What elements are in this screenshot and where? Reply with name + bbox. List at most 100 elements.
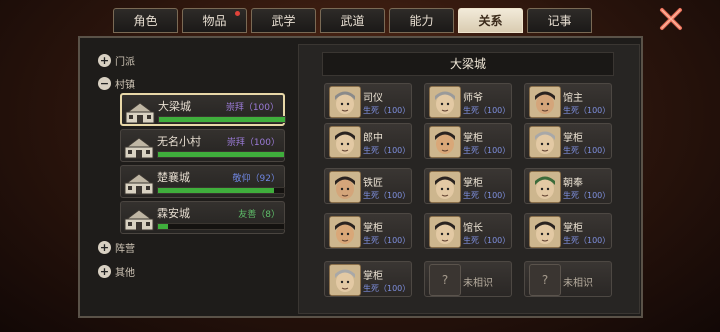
- tree-node-village[interactable]: − 村镇: [98, 76, 135, 91]
- character-name: 掌柜: [363, 271, 383, 282]
- tab-bar: 角色 物品 武学 武道 能力 关系 记事: [113, 8, 592, 33]
- town-relation-status: 友善（8）: [238, 210, 280, 220]
- tree-label: 其他: [115, 268, 135, 279]
- tree-node-sect[interactable]: + 门派: [98, 53, 135, 68]
- tree-label: 门派: [115, 57, 135, 68]
- character-card[interactable]: 师爷生死（100）: [424, 83, 512, 119]
- town-name: 大梁城: [158, 100, 191, 113]
- character-card[interactable]: 掌柜生死（100）: [524, 123, 612, 159]
- collapse-icon: −: [98, 77, 111, 90]
- town-item[interactable]: 无名小村 崇拜（100）: [120, 129, 285, 162]
- character-portrait-icon: [529, 86, 561, 118]
- town-relation-status: 崇拜（100）: [225, 103, 279, 113]
- character-name: 未相识: [563, 278, 593, 289]
- town-item[interactable]: 楚襄城 敬仰（92）: [120, 165, 285, 198]
- character-card[interactable]: 朝奉 生死（100）: [524, 168, 612, 204]
- relation-progress-fill: [158, 224, 169, 229]
- character-portrait-icon: [329, 216, 361, 248]
- character-name: 掌柜: [563, 223, 583, 234]
- character-relation: 生死（100）: [363, 284, 411, 293]
- character-name: 铁匠: [363, 178, 383, 189]
- tab-items[interactable]: 物品: [182, 8, 247, 33]
- character-portrait-icon: [329, 264, 361, 296]
- notification-badge: [235, 11, 240, 16]
- character-name: 掌柜: [463, 133, 483, 144]
- relation-progress-fill: [159, 117, 285, 122]
- town-item[interactable]: 大梁城 崇拜（100）: [120, 93, 286, 126]
- character-relation: 生死（100）: [363, 146, 411, 155]
- unknown-character-card[interactable]: ? 未相识: [424, 261, 512, 297]
- character-portrait-icon: [329, 171, 361, 203]
- character-card[interactable]: 掌柜生死（100）: [324, 261, 412, 297]
- character-portrait-icon: [529, 171, 561, 203]
- character-relation: 生死（100）: [463, 191, 511, 200]
- character-card[interactable]: 掌柜生死（100）: [424, 123, 512, 159]
- character-relation: 生死（100）: [363, 106, 411, 115]
- character-name: 掌柜: [563, 133, 583, 144]
- town-building-icon: [124, 173, 154, 195]
- character-portrait-icon: [429, 216, 461, 248]
- character-relation: 生死（100）: [463, 236, 511, 245]
- character-name: 司仪: [363, 93, 383, 104]
- tab-character[interactable]: 角色: [113, 8, 178, 33]
- town-relation-status: 敬仰（92）: [232, 174, 280, 184]
- character-card[interactable]: 铁匠生死（100）: [324, 168, 412, 204]
- relation-progress-bar: [158, 116, 286, 123]
- character-relation: 生死（100）: [363, 236, 411, 245]
- relation-progress-fill: [158, 188, 274, 193]
- relation-progress-bar: [157, 187, 285, 194]
- tree-node-other[interactable]: + 其他: [98, 264, 135, 279]
- town-relation-status: 崇拜（100）: [226, 138, 280, 148]
- expand-icon: +: [98, 241, 111, 254]
- unknown-character-card[interactable]: ? 未相识: [524, 261, 612, 297]
- character-relation: 生死（100）: [363, 191, 411, 200]
- character-name: 未相识: [463, 278, 493, 289]
- region-tree: + 门派 − 村镇 大梁城 崇拜（100） 无名小村 崇拜（100） 楚襄城 敬仰（92）…: [86, 44, 291, 312]
- character-relation: 生死（100）: [563, 146, 611, 155]
- tab-martial-arts[interactable]: 武学: [251, 8, 316, 33]
- tree-label: 村镇: [115, 80, 135, 91]
- tab-abilities[interactable]: 能力: [389, 8, 454, 33]
- character-card[interactable]: 司仪生死（100）: [324, 83, 412, 119]
- tree-label: 阵营: [115, 244, 135, 255]
- tree-node-camp[interactable]: + 阵营: [98, 240, 135, 255]
- expand-icon: +: [98, 265, 111, 278]
- town-item[interactable]: 霖安城 友善（8）: [120, 201, 285, 234]
- town-name: 霖安城: [157, 207, 190, 220]
- unknown-portrait-icon: ?: [529, 264, 561, 296]
- town-name: 无名小村: [157, 135, 201, 148]
- character-card[interactable]: 掌柜 生死（100）: [324, 213, 412, 249]
- character-name: 馆长: [463, 223, 483, 234]
- character-relation: 生死（100）: [463, 106, 511, 115]
- town-building-icon: [124, 209, 154, 231]
- character-portrait-icon: [529, 216, 561, 248]
- character-card[interactable]: 郎中生死（100）: [324, 123, 412, 159]
- unknown-portrait-icon: ?: [429, 264, 461, 296]
- expand-icon: +: [98, 54, 111, 67]
- character-card[interactable]: 掌柜 生死（100）: [524, 213, 612, 249]
- close-icon[interactable]: [658, 6, 684, 32]
- character-name: 馆主: [563, 93, 583, 104]
- character-relation: 生死（100）: [563, 106, 611, 115]
- character-name: 掌柜: [463, 178, 483, 189]
- character-card[interactable]: 馆长生死（100）: [424, 213, 512, 249]
- relation-progress-bar: [157, 223, 285, 230]
- character-card[interactable]: 掌柜生死（100）: [424, 168, 512, 204]
- character-card[interactable]: 馆主生死（100）: [524, 83, 612, 119]
- relation-progress-fill: [158, 152, 284, 157]
- town-building-icon: [124, 137, 154, 159]
- character-relation: 生死（100）: [463, 146, 511, 155]
- location-title: 大梁城: [322, 52, 614, 76]
- character-portrait-icon: [529, 126, 561, 158]
- town-name: 楚襄城: [157, 171, 190, 184]
- tab-martial-way[interactable]: 武道: [320, 8, 385, 33]
- character-portrait-icon: [329, 86, 361, 118]
- town-building-icon: [125, 102, 155, 124]
- character-relation: 生死（100）: [563, 191, 611, 200]
- character-portrait-icon: [429, 171, 461, 203]
- character-portrait-icon: [329, 126, 361, 158]
- character-name: 郎中: [363, 133, 383, 144]
- character-name: 师爷: [463, 93, 483, 104]
- tab-relations[interactable]: 关系: [458, 8, 523, 33]
- tab-journal[interactable]: 记事: [527, 8, 592, 33]
